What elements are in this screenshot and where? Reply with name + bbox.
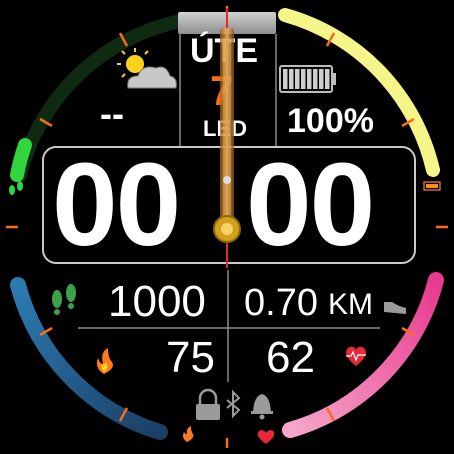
time-hours: 00 <box>52 139 181 271</box>
battery-percent: 100% <box>287 102 374 140</box>
date-number: 7 <box>210 67 234 114</box>
flame-icon <box>96 348 113 374</box>
steps-progress-fill <box>10 138 32 182</box>
distance-value: 0.70 <box>244 282 318 324</box>
flame-icon-small <box>183 426 194 442</box>
header-plate <box>178 12 276 34</box>
footsteps-icon <box>9 181 23 195</box>
heart-rate-icon <box>346 346 366 366</box>
battery-bar <box>307 69 312 89</box>
lock-icon <box>196 388 220 420</box>
led-label: LED <box>203 116 247 141</box>
battery-bar <box>319 69 324 89</box>
battery-icon <box>279 65 336 93</box>
battery-bar <box>283 69 288 89</box>
heart-rate-value: 62 <box>266 333 315 382</box>
battery-bar <box>325 69 330 89</box>
battery-small-icon <box>423 181 441 191</box>
distance-unit: KM <box>328 288 373 321</box>
battery-bar <box>313 69 318 89</box>
calories-value: 75 <box>166 333 215 382</box>
shoe-icon <box>384 302 406 314</box>
partly-cloudy-icon <box>117 48 177 89</box>
bluetooth-icon <box>226 389 241 419</box>
battery-bar <box>295 69 300 89</box>
footsteps-icon-large <box>52 284 76 315</box>
moon-icon <box>169 394 180 416</box>
time-minutes: 00 <box>246 139 375 271</box>
weather-temperature: -- <box>100 93 124 134</box>
bell-icon <box>251 394 273 420</box>
day-of-week: ÚTE <box>190 32 258 70</box>
steps-value: 1000 <box>108 277 206 326</box>
battery-bar <box>289 69 294 89</box>
battery-bar <box>301 69 306 89</box>
heart-icon-small <box>257 430 275 444</box>
